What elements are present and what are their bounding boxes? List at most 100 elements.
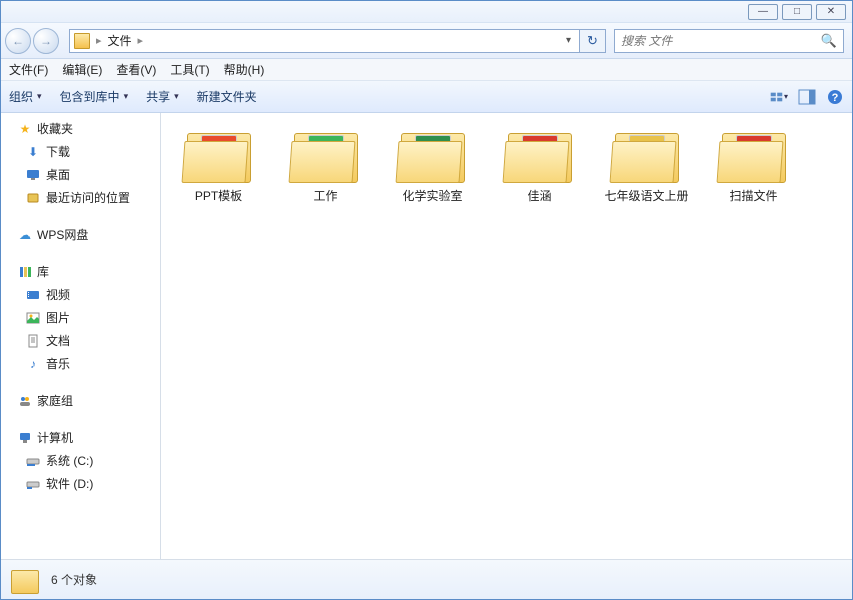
chevron-down-icon: ▾ <box>124 91 129 102</box>
sidebar-item-label: 图片 <box>46 309 70 326</box>
view-options-icon[interactable]: ▾ <box>770 88 788 106</box>
organize-button[interactable]: 组织 ▾ <box>9 88 42 105</box>
sidebar-item-drive-c[interactable]: 系统 (C:) <box>1 449 160 472</box>
chevron-down-icon: ▾ <box>174 91 179 102</box>
sidebar: ★ 收藏夹 ⬇ 下载 桌面 最近访问的位置 <box>1 113 161 559</box>
back-button[interactable]: ← <box>5 28 31 54</box>
include-label: 包含到库中 <box>60 88 120 105</box>
wps-header[interactable]: ☁ WPS网盘 <box>1 223 160 246</box>
sidebar-item-pictures[interactable]: 图片 <box>1 306 160 329</box>
newfolder-label: 新建文件夹 <box>197 88 257 105</box>
homegroup-icon <box>17 393 33 409</box>
menu-edit[interactable]: 编辑(E) <box>62 61 102 78</box>
file-label: PPT模板 <box>165 189 272 205</box>
file-label: 七年级语文上册 <box>593 189 700 205</box>
preview-pane-icon[interactable] <box>798 88 816 106</box>
file-area[interactable]: P PPT模板 S 工作 N 化学实验室 佳涵 七年级语文上册 <box>161 113 852 559</box>
sidebar-item-label: 软件 (D:) <box>46 475 93 492</box>
sidebar-item-label: 最近访问的位置 <box>46 189 130 206</box>
video-icon <box>25 287 41 303</box>
address-dropdown-icon[interactable]: ▾ <box>562 35 575 46</box>
music-icon: ♪ <box>25 356 41 372</box>
close-button[interactable]: ✕ <box>816 4 846 20</box>
sidebar-item-music[interactable]: ♪ 音乐 <box>1 352 160 375</box>
content-area: ★ 收藏夹 ⬇ 下载 桌面 最近访问的位置 <box>1 113 852 559</box>
star-icon: ★ <box>17 121 33 137</box>
sidebar-item-videos[interactable]: 视频 <box>1 283 160 306</box>
explorer-window: — □ ✕ ← → ▸ 文件 ▸ ▾ ↻ 🔍 文件(F) 编辑(E) 查看(V)… <box>0 0 853 600</box>
picture-icon <box>25 310 41 326</box>
chevron-down-icon: ▾ <box>784 92 788 101</box>
file-item[interactable]: N 化学实验室 <box>379 125 486 205</box>
wps-label: WPS网盘 <box>37 226 88 243</box>
computer-group: 计算机 系统 (C:) 软件 (D:) <box>1 426 160 495</box>
svg-text:?: ? <box>832 92 839 104</box>
file-item[interactable]: P 扫描文件 <box>700 125 807 205</box>
address-bar[interactable]: ▸ 文件 ▸ ▾ <box>69 29 580 53</box>
homegroup-label: 家庭组 <box>37 392 73 409</box>
share-label: 共享 <box>146 88 170 105</box>
share-button[interactable]: 共享 ▾ <box>146 88 179 105</box>
file-item[interactable]: 佳涵 <box>486 125 593 205</box>
toolbar: 组织 ▾ 包含到库中 ▾ 共享 ▾ 新建文件夹 ▾ ? <box>1 81 852 113</box>
folder-icon <box>504 125 576 183</box>
search-input[interactable] <box>621 34 821 48</box>
breadcrumb-current[interactable]: 文件 <box>108 32 132 49</box>
status-count: 6 个对象 <box>51 571 97 588</box>
file-item[interactable]: 七年级语文上册 <box>593 125 700 205</box>
file-label: 扫描文件 <box>700 189 807 205</box>
document-icon <box>25 333 41 349</box>
search-box[interactable]: 🔍 <box>614 29 844 53</box>
libraries-label: 库 <box>37 263 49 280</box>
search-icon[interactable]: 🔍 <box>821 33 837 49</box>
sidebar-item-downloads[interactable]: ⬇ 下载 <box>1 140 160 163</box>
folder-icon <box>611 125 683 183</box>
homegroup-group: 家庭组 <box>1 389 160 412</box>
file-grid: P PPT模板 S 工作 N 化学实验室 佳涵 七年级语文上册 <box>165 125 848 217</box>
chevron-down-icon: ▾ <box>37 91 42 102</box>
sidebar-item-recent[interactable]: 最近访问的位置 <box>1 186 160 209</box>
breadcrumb-sep: ▸ <box>90 34 108 47</box>
menu-help[interactable]: 帮助(H) <box>224 61 265 78</box>
menu-view[interactable]: 查看(V) <box>116 61 156 78</box>
new-folder-button[interactable]: 新建文件夹 <box>197 88 257 105</box>
folder-icon: P <box>183 125 255 183</box>
sidebar-item-documents[interactable]: 文档 <box>1 329 160 352</box>
computer-label: 计算机 <box>37 429 73 446</box>
titlebar: — □ ✕ <box>1 1 852 23</box>
sidebar-item-label: 视频 <box>46 286 70 303</box>
minimize-button[interactable]: — <box>748 4 778 20</box>
menubar: 文件(F) 编辑(E) 查看(V) 工具(T) 帮助(H) <box>1 59 852 81</box>
forward-button[interactable]: → <box>33 28 59 54</box>
homegroup-header[interactable]: 家庭组 <box>1 389 160 412</box>
breadcrumb-sep: ▸ <box>132 34 150 47</box>
statusbar: 6 个对象 <box>1 559 852 599</box>
favorites-header[interactable]: ★ 收藏夹 <box>1 117 160 140</box>
sidebar-item-label: 下载 <box>46 143 70 160</box>
sidebar-item-drive-d[interactable]: 软件 (D:) <box>1 472 160 495</box>
wps-group: ☁ WPS网盘 <box>1 223 160 246</box>
sidebar-item-label: 文档 <box>46 332 70 349</box>
file-item[interactable]: P PPT模板 <box>165 125 272 205</box>
library-icon <box>17 264 33 280</box>
maximize-button[interactable]: □ <box>782 4 812 20</box>
computer-header[interactable]: 计算机 <box>1 426 160 449</box>
download-icon: ⬇ <box>25 144 41 160</box>
sidebar-item-label: 系统 (C:) <box>46 452 93 469</box>
drive-icon <box>25 476 41 492</box>
menu-file[interactable]: 文件(F) <box>9 61 48 78</box>
nav-row: ← → ▸ 文件 ▸ ▾ ↻ 🔍 <box>1 23 852 59</box>
refresh-button[interactable]: ↻ <box>580 29 606 53</box>
libraries-header[interactable]: 库 <box>1 260 160 283</box>
menu-tools[interactable]: 工具(T) <box>170 61 209 78</box>
desktop-icon <box>25 167 41 183</box>
sidebar-item-label: 音乐 <box>46 355 70 372</box>
recent-icon <box>25 190 41 206</box>
file-label: 化学实验室 <box>379 189 486 205</box>
folder-icon: N <box>397 125 469 183</box>
folder-icon: P <box>718 125 790 183</box>
help-icon[interactable]: ? <box>826 88 844 106</box>
include-library-button[interactable]: 包含到库中 ▾ <box>60 88 129 105</box>
file-item[interactable]: S 工作 <box>272 125 379 205</box>
sidebar-item-desktop[interactable]: 桌面 <box>1 163 160 186</box>
